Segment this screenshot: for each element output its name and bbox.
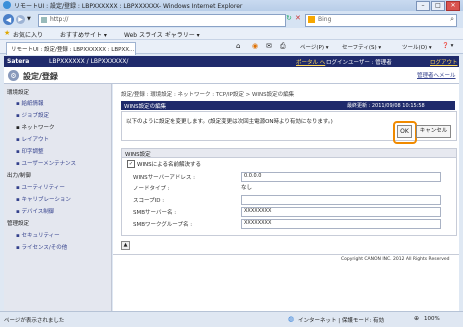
cancel-button[interactable]: キャンセル — [416, 125, 451, 138]
web-slice-gallery-link[interactable]: Web スライス ギャラリー ▾ — [124, 30, 200, 39]
field-label: ノードタイプ : — [133, 186, 170, 192]
tools-menu[interactable]: ツール(O) ▾ — [402, 43, 432, 51]
favorites-bar: ★ お気に入り おすすめサイト ▾ Web スライス ギャラリー ▾ — [0, 28, 463, 40]
sidebar-item-utility[interactable]: ▪ ユーティリティー — [16, 183, 65, 191]
search-icon[interactable]: ⌕ — [450, 15, 454, 24]
close-button[interactable]: ✕ — [446, 1, 460, 11]
field-label: WINSサーバーアドレス : — [133, 175, 195, 181]
sidebar-item-layout[interactable]: ▪ レイアウト — [16, 135, 49, 143]
ok-button[interactable]: OK — [397, 125, 412, 138]
message-text: 以下のように設定を変更します。(設定変更は次回主電源ON時より有効になります。) — [126, 119, 333, 125]
maximize-button[interactable]: □ — [431, 1, 445, 11]
wins-server-address-input[interactable]: 0.0.0.0 — [241, 172, 441, 182]
dropdown-icon[interactable]: ▼ — [27, 16, 31, 22]
zoom-level[interactable]: 100% — [424, 316, 440, 322]
url-input[interactable]: http:// — [38, 14, 286, 27]
address-bar: ◀ ▶ ▼ http:// ↻ ✕ Bing ⌕ — [0, 11, 463, 28]
sidebar-item-user-maintenance[interactable]: ▪ ユーザーメンテナンス — [16, 159, 76, 167]
search-input[interactable]: Bing ⌕ — [305, 14, 457, 27]
print-icon[interactable]: ⎙ — [280, 42, 286, 51]
suggested-sites-link[interactable]: おすすめサイト ▾ — [60, 30, 107, 39]
smb-workgroup-name-input[interactable]: XXXXXXXX — [241, 219, 441, 229]
portal-link[interactable]: ポータル へ — [296, 58, 325, 66]
status-text: ページが表示されました — [4, 318, 65, 324]
page-header: ⚙ 設定/登録 管理者へメール — [4, 67, 459, 84]
sidebar-section-title: 環境設定 — [7, 90, 30, 96]
copyright: Copyright CANON INC. 2012 All Rights Res… — [341, 257, 450, 262]
bing-icon — [308, 16, 315, 23]
field-label: SMBワークグループ名 : — [133, 222, 193, 228]
refresh-icon[interactable]: ↻ — [286, 14, 292, 22]
sidebar-section-title: 出力/制御 — [7, 173, 31, 179]
stop-icon[interactable]: ✕ — [295, 14, 301, 22]
login-user: ログインユーザー : 管理者 — [326, 60, 392, 66]
scope-id-input[interactable] — [241, 195, 441, 205]
forward-icon[interactable]: ▶ — [16, 15, 25, 24]
sidebar-item-job-settings[interactable]: ▪ ジョブ設定 — [16, 111, 49, 119]
sidebar-item-calibration[interactable]: ▪ キャリブレーション — [16, 195, 71, 203]
page-title: 設定/登録 — [23, 72, 58, 81]
zone-text: インターネット | 保護モード: 有効 — [298, 318, 384, 324]
tab-bar: リモートUI : 設定/登録 : LBPXXXXXX : LBPXX... ⌂ … — [0, 40, 463, 55]
safety-menu[interactable]: セーフティ(S) ▾ — [342, 43, 381, 51]
browser-tab[interactable]: リモートUI : 設定/登録 : LBPXXXXXX : LBPXX... — [6, 42, 136, 55]
help-menu[interactable]: ❓ ▾ — [442, 43, 453, 49]
breadcrumb: 設定/登録 : 環境設定 : ネットワーク : TCP/IP設定 > WINS設… — [121, 92, 295, 98]
status-bar: ページが表示されました ◍ インターネット | 保護モード: 有効 ⊕ 100% — [0, 311, 463, 327]
page-top-icon[interactable]: ▲ — [121, 241, 130, 250]
sidebar-item-print-adjust[interactable]: ▪ 印字調整 — [16, 147, 43, 155]
field-label: SMBサーバー名 : — [133, 210, 177, 216]
minimize-button[interactable]: – — [416, 1, 430, 11]
sidebar-item-security[interactable]: ▪ セキュリティー — [16, 231, 60, 239]
sidebar: 環境設定 ▪ 給紙情報 ▪ ジョブ設定 ▪ ネットワーク ▪ レイアウト ▪ 印… — [4, 84, 112, 311]
favorites-star-icon[interactable]: ★ — [4, 29, 10, 37]
sidebar-section-title: 管理設定 — [7, 221, 30, 227]
admin-mail-link[interactable]: 管理者へメール — [417, 71, 456, 79]
sidebar-item-license[interactable]: ▪ ライセンス/その他 — [16, 243, 67, 251]
smb-server-name-input[interactable]: XXXXXXXX — [241, 207, 441, 217]
wins-checkbox[interactable]: ✓ — [127, 160, 135, 168]
device-model: LBPXXXXXX / LBPXXXXXX/ — [49, 58, 129, 65]
title-bar: リモートUI : 設定/登録 : LBPXXXXXX : LBPXXXXXX- … — [0, 0, 463, 11]
feeds-icon[interactable]: ◉ — [252, 42, 258, 50]
back-icon[interactable]: ◀ — [3, 14, 14, 25]
brand-logo: Satera — [7, 58, 30, 65]
mail-icon[interactable]: ✉ — [266, 42, 272, 50]
device-header: Satera LBPXXXXXX / LBPXXXXXX/ ポータル へ ログイ… — [4, 56, 459, 67]
home-icon[interactable]: ⌂ — [236, 42, 240, 50]
logout-link[interactable]: ログアウト — [430, 58, 458, 66]
internet-zone-icon: ◍ — [288, 315, 295, 323]
last-updated: 最終更新 : 2011/09/08 10:15:58 — [347, 103, 425, 109]
window-title: リモートUI : 設定/登録 : LBPXXXXXX : LBPXXXXXX- … — [14, 3, 243, 10]
settings-icon: ⚙ — [8, 70, 19, 81]
ie-logo-icon — [3, 1, 11, 9]
favorites-button[interactable]: お気に入り — [13, 30, 43, 39]
page-icon — [41, 17, 47, 23]
section-title: WINS設定 — [125, 152, 151, 158]
page-menu[interactable]: ページ(P) ▾ — [300, 43, 329, 51]
main-content: 設定/登録 : 環境設定 : ネットワーク : TCP/IP設定 > WINS設… — [113, 84, 459, 311]
sidebar-item-device-control[interactable]: ▪ デバイス制御 — [16, 207, 54, 215]
zoom-icon[interactable]: ⊕ — [414, 315, 419, 322]
sidebar-item-network[interactable]: ▪ ネットワーク — [16, 123, 54, 131]
divider — [113, 254, 459, 255]
wins-checkbox-label: WINSによる名前解決する — [137, 162, 202, 168]
field-label: スコープID : — [133, 198, 165, 204]
sidebar-item-paper-info[interactable]: ▪ 給紙情報 — [16, 99, 43, 107]
node-type-value: なし — [241, 185, 253, 191]
